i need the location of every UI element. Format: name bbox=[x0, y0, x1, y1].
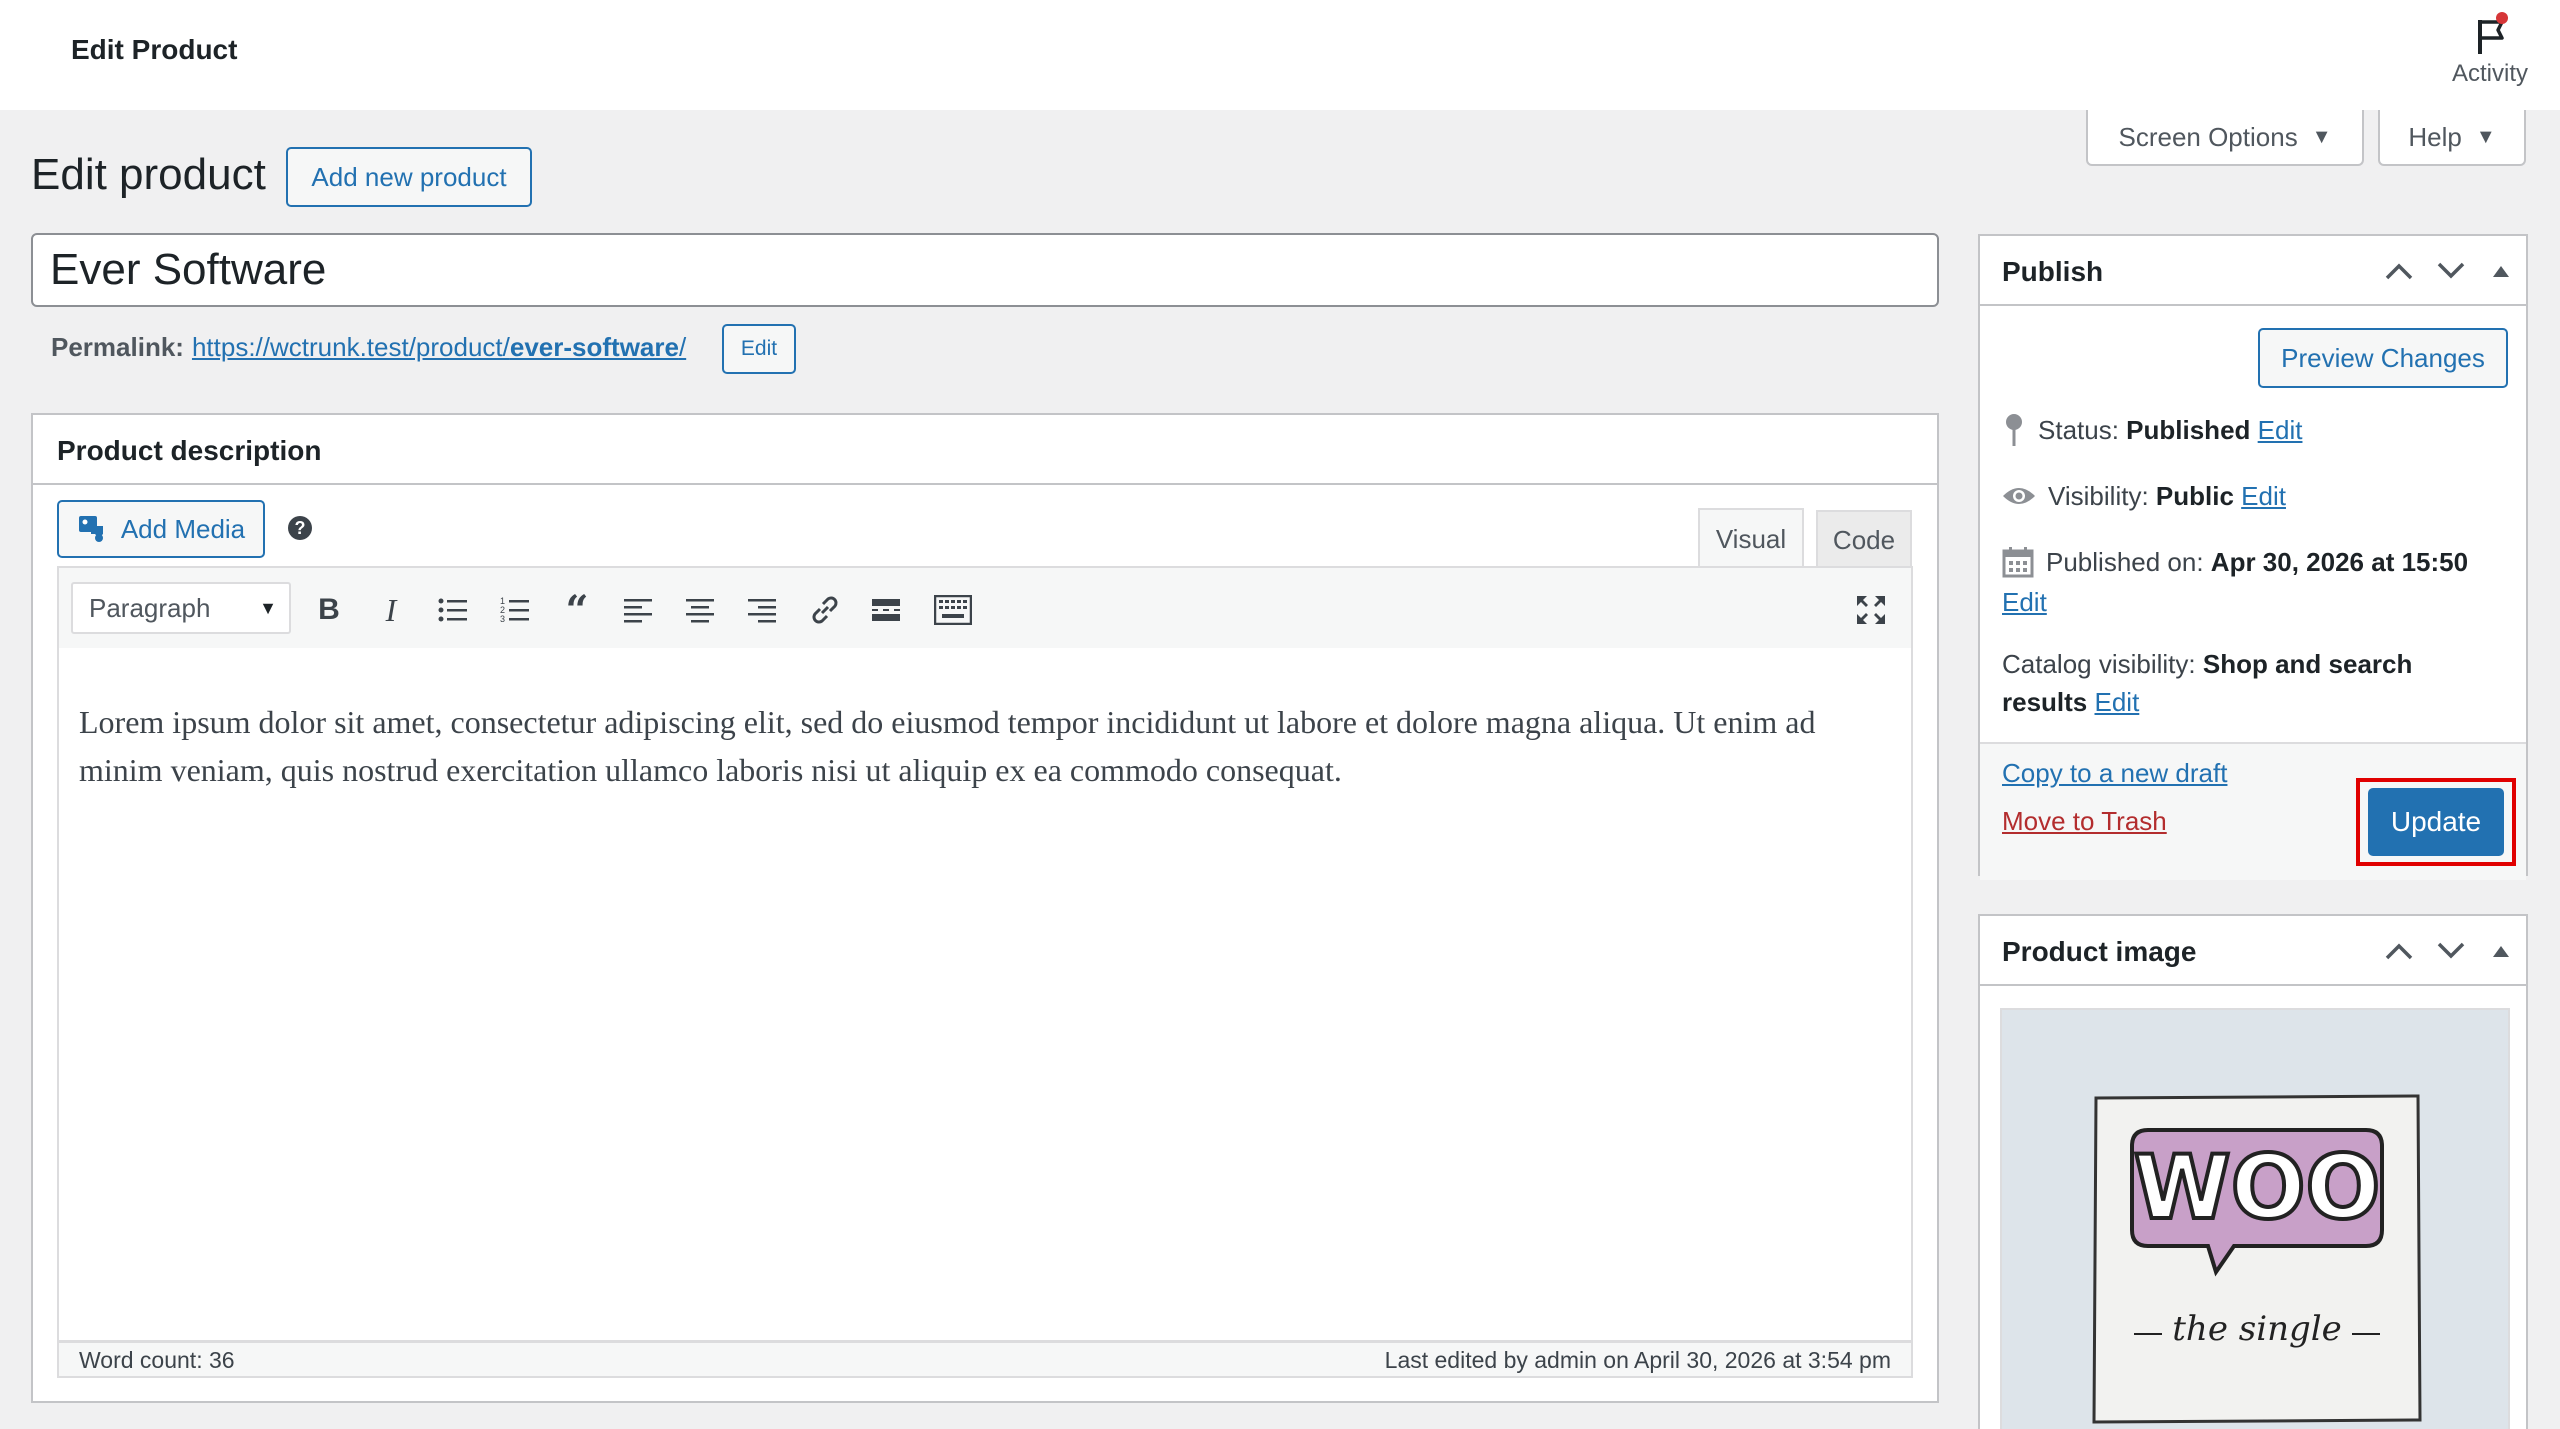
numbered-list-icon[interactable]: 123 bbox=[495, 590, 535, 630]
media-icon bbox=[78, 516, 103, 542]
read-more-icon[interactable] bbox=[867, 590, 907, 630]
editor-content-area[interactable]: Lorem ipsum dolor sit amet, consectetur … bbox=[57, 648, 1913, 1342]
edit-published-link[interactable]: Edit bbox=[2002, 587, 2047, 617]
word-count: Word count: 36 bbox=[79, 1347, 235, 1373]
catalog-visibility-row-2: results Edit bbox=[2002, 687, 2140, 717]
caret-down-icon: ▼ bbox=[259, 598, 277, 618]
editor-text[interactable]: Lorem ipsum dolor sit amet, consectetur … bbox=[79, 698, 1871, 794]
panel-title: Product description bbox=[57, 435, 322, 466]
calendar-icon bbox=[2002, 547, 2034, 578]
chevron-up-icon[interactable] bbox=[2384, 260, 2414, 282]
caret-down-icon: ▼ bbox=[2475, 125, 2496, 148]
visibility-row: Visibility: Public Edit bbox=[2002, 476, 2286, 516]
catalog-visibility-row: Catalog visibility: Shop and search bbox=[2002, 649, 2413, 679]
format-select-value: Paragraph bbox=[89, 593, 211, 623]
pin-icon bbox=[2006, 414, 2022, 446]
format-select[interactable]: Paragraph ▼ bbox=[71, 582, 291, 634]
edit-permalink-button[interactable]: Edit bbox=[722, 324, 796, 374]
screen-options-label: Screen Options bbox=[2118, 121, 2298, 152]
screen-options-button[interactable]: Screen Options ▼ bbox=[2086, 110, 2364, 166]
edit-catalog-link[interactable]: Edit bbox=[2095, 687, 2140, 717]
add-media-button[interactable]: Add Media bbox=[57, 500, 265, 558]
admin-header: Edit Product Activity bbox=[0, 0, 2560, 110]
editor-toolbar: Paragraph ▼ B I 123 “ bbox=[57, 566, 1913, 650]
edit-published-row: Edit bbox=[2002, 582, 2047, 622]
help-label: Help bbox=[2408, 121, 2462, 152]
status-row: Status: Published Edit bbox=[2002, 410, 2302, 450]
tab-visual[interactable]: Visual bbox=[1698, 508, 1804, 568]
product-image[interactable]: WOO the single bbox=[2000, 1008, 2510, 1429]
help-button[interactable]: Help ▼ bbox=[2378, 110, 2526, 166]
product-title-input[interactable]: Ever Software bbox=[31, 233, 1939, 307]
flag-icon bbox=[2478, 12, 2508, 54]
help-icon[interactable]: ? bbox=[288, 516, 312, 540]
edit-visibility-link[interactable]: Edit bbox=[2241, 481, 2286, 511]
add-new-product-button[interactable]: Add new product bbox=[286, 147, 532, 207]
toolbar-toggle-icon[interactable] bbox=[931, 590, 975, 630]
fullscreen-icon[interactable] bbox=[1851, 590, 1891, 630]
copy-to-draft-link[interactable]: Copy to a new draft bbox=[2002, 758, 2227, 789]
publish-title: Publish bbox=[2002, 256, 2104, 287]
publish-header: Publish bbox=[1980, 236, 2526, 306]
move-to-trash-link[interactable]: Move to Trash bbox=[2002, 806, 2167, 837]
published-row: Published on: Apr 30, 2026 at 15:50 bbox=[2002, 542, 2468, 582]
triangle-up-icon[interactable] bbox=[2492, 944, 2510, 958]
bold-icon[interactable]: B bbox=[309, 590, 349, 630]
chevron-up-icon[interactable] bbox=[2384, 940, 2414, 962]
eye-icon bbox=[2003, 488, 2035, 504]
svg-text:3: 3 bbox=[500, 614, 505, 624]
product-image-header: Product image bbox=[1980, 916, 2526, 986]
add-media-label: Add Media bbox=[120, 513, 246, 544]
update-button[interactable]: Update bbox=[2368, 788, 2504, 856]
product-image-title: Product image bbox=[2002, 936, 2197, 967]
permalink-label: Permalink: bbox=[51, 332, 184, 362]
permalink-url[interactable]: https://wctrunk.test/product/ever-softwa… bbox=[192, 332, 686, 363]
svg-text:the single: the single bbox=[2172, 1309, 2341, 1349]
align-right-icon[interactable] bbox=[743, 590, 783, 630]
svg-text:WOO: WOO bbox=[2134, 1136, 2381, 1239]
italic-icon[interactable]: I bbox=[371, 590, 411, 630]
align-left-icon[interactable] bbox=[619, 590, 659, 630]
align-center-icon[interactable] bbox=[681, 590, 721, 630]
chevron-down-icon[interactable] bbox=[2436, 260, 2466, 282]
header-title: Edit Product bbox=[71, 34, 238, 65]
edit-status-link[interactable]: Edit bbox=[2258, 415, 2303, 445]
page-title: Edit product bbox=[31, 150, 266, 199]
chevron-down-icon[interactable] bbox=[2436, 940, 2466, 962]
editor-status-bar: Word count: 36 Last edited by admin on A… bbox=[57, 1342, 1913, 1378]
bullet-list-icon[interactable] bbox=[433, 590, 473, 630]
permalink: Permalink: https://wctrunk.test/product/… bbox=[51, 332, 686, 363]
activity-button[interactable]: Activity bbox=[2420, 0, 2560, 110]
product-image-artwork: WOO the single bbox=[2092, 1094, 2422, 1424]
preview-changes-button[interactable]: Preview Changes bbox=[2258, 328, 2508, 388]
caret-down-icon: ▼ bbox=[2311, 125, 2332, 148]
blockquote-icon[interactable]: “ bbox=[557, 587, 597, 634]
triangle-up-icon[interactable] bbox=[2492, 264, 2510, 278]
activity-label: Activity bbox=[2451, 60, 2528, 87]
link-icon[interactable] bbox=[805, 590, 845, 630]
last-edited: Last edited by admin on April 30, 2026 a… bbox=[1384, 1347, 1891, 1373]
tab-code[interactable]: Code bbox=[1816, 510, 1912, 568]
panel-header: Product description bbox=[33, 415, 1937, 485]
